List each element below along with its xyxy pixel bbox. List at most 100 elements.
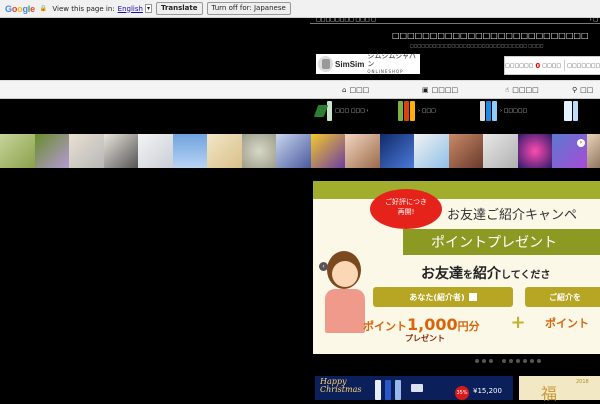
turn-off-button[interactable]: Turn off for: Japanese [207,2,291,15]
carousel-tile[interactable] [173,134,208,168]
product-image [395,380,401,400]
christmas-promo-banner[interactable]: Happy Christmas 35% ¥15,200 [315,376,513,400]
subnav-item[interactable]: › □□□□□ [480,98,540,124]
banner-green-band: ポイントプレゼント [403,229,600,255]
nav-label: □□ [580,86,593,94]
subnav-item[interactable] [564,98,600,124]
carousel-dot[interactable] [530,359,534,363]
pin-icon: ⚲ [572,86,577,94]
subnav-label: □□□ □□□ › [335,108,369,114]
referrer-pill: あなた(紹介者) [373,287,513,307]
carousel-dot[interactable] [516,359,520,363]
points-value: 1,000 [407,315,458,334]
carousel-tile[interactable] [518,134,553,168]
carousel-tile[interactable] [380,134,415,168]
main-nav: ⌂ □□□ ▣ □□□□ ☝ □□□□ ⚲ □□ [0,80,600,99]
carousel-dot[interactable] [489,359,493,363]
new-year-promo-banner[interactable]: 福 2018 [519,376,600,400]
banner-message-part: 紹介 [473,266,501,282]
nav-item-home[interactable]: ⌂ □□□ [342,81,369,98]
product-image [411,384,423,392]
badge-line: 再開! [370,207,442,217]
cart-count: 0 [535,62,540,70]
carousel-tile[interactable] [276,134,311,168]
carousel-dot[interactable] [509,359,513,363]
banner-prev-button[interactable]: ‹ [319,262,328,271]
site-logo[interactable]: SimSim シムシムジャパン ONLINESHOP [316,54,420,74]
nav-item-gift[interactable]: ▣ □□□□ [422,81,458,98]
carousel-tile[interactable] [0,134,35,168]
header-divider [310,23,600,24]
mypage-link[interactable]: □□□□□□□□□□ [567,63,600,69]
carousel-dot[interactable] [523,359,527,363]
view-page-label: View this page in: [52,5,114,13]
carousel-dot[interactable] [502,359,506,363]
site-tagline: □□□□□□□□□□□□□□□□□□□□□□□□□□ [392,31,589,40]
logo-text-jp: シムシムジャパン ONLINESHOP [367,52,420,76]
nav-item-recommend[interactable]: ☝ □□□□ [505,81,539,98]
gift-icon: ▣ [422,86,429,94]
pill-label: あなた(紹介者) [409,292,464,303]
sub-nav: □□□ □□□ › › □□□ › □□□□□ [316,98,600,124]
girl-illustration [321,251,369,339]
referee-pill: ご紹介を [525,287,600,307]
banner-green-text: ポイントプレゼント [431,232,557,252]
product-thumbnail [573,101,578,121]
product-image [385,380,391,400]
home-icon: ⌂ [342,86,346,94]
google-logo[interactable]: Google [5,4,35,14]
logo-text-en: SimSim [335,60,364,69]
language-select[interactable]: English [118,5,143,13]
product-thumbnail [480,101,485,121]
carousel-tile[interactable] [449,134,484,168]
product-image [375,380,381,400]
product-thumbnail [564,101,572,121]
new-year-kanji: 福 [541,380,557,404]
cart-separator [564,60,565,71]
carousel-tile[interactable] [587,134,600,168]
points-prefix: ポイント [363,320,407,333]
lock-icon: 🔒 [40,5,47,12]
banner-message-part: お友達 [421,266,463,282]
points-amount: ポイント1,000円分 [363,315,480,334]
nav-label: □□□ [349,86,369,94]
carousel-tile[interactable] [311,134,346,168]
banner-message: お友達を紹介してくださ [421,263,550,283]
banner-message-part: を [463,270,473,281]
badge-line: ご好評につき [370,197,442,207]
carousel-tile[interactable] [414,134,449,168]
product-thumbnail [398,101,403,121]
carousel-next-button[interactable]: › [577,139,585,147]
carousel-tile[interactable] [483,134,518,168]
product-thumbnail [492,101,497,121]
product-thumbnail [410,101,415,121]
subnav-item[interactable]: › □□□ [398,98,458,124]
resume-badge: ご好評につき 再開! [370,189,442,229]
translate-button[interactable]: Translate [156,2,203,15]
campaign-banner[interactable]: ご好評につき 再開! お友達ご紹介キャンペ ポイントプレゼント お友達を紹介して… [313,181,600,354]
banner-message-part: してくださ [501,270,550,281]
chevron-down-icon[interactable]: ▾ [145,4,152,13]
carousel-tile[interactable] [242,134,277,168]
carousel-tile[interactable] [207,134,242,168]
carousel-tile[interactable] [138,134,173,168]
carousel-dot[interactable] [537,359,541,363]
site-subtagline: □□□□□□□□□□□□□□□□□□□□□□□□□□□□□□□ □□□□ [410,43,544,48]
nav-item-store[interactable]: ⚲ □□ [572,81,593,98]
logo-letter: G [5,4,12,14]
carousel-dot[interactable] [475,359,479,363]
carousel-tile[interactable] [104,134,139,168]
cart-label: □□□□□□ [505,63,533,69]
nav-label: □□□□ [512,86,538,94]
subnav-item[interactable]: □□□ □□□ › [316,98,376,124]
carousel-tile[interactable] [345,134,380,168]
carousel-dot[interactable] [482,359,486,363]
illustration-face [332,261,358,287]
christmas-line: Christmas [320,386,361,394]
promo-price: ¥15,200 [473,387,502,395]
plus-icon: + [510,315,526,331]
banner-top-stripe [313,181,600,199]
carousel-tile[interactable] [69,134,104,168]
cart-box[interactable]: □□□□□□ 0 □□□□ □□□□□□□□□□ [504,56,600,75]
carousel-tile[interactable] [35,134,70,168]
